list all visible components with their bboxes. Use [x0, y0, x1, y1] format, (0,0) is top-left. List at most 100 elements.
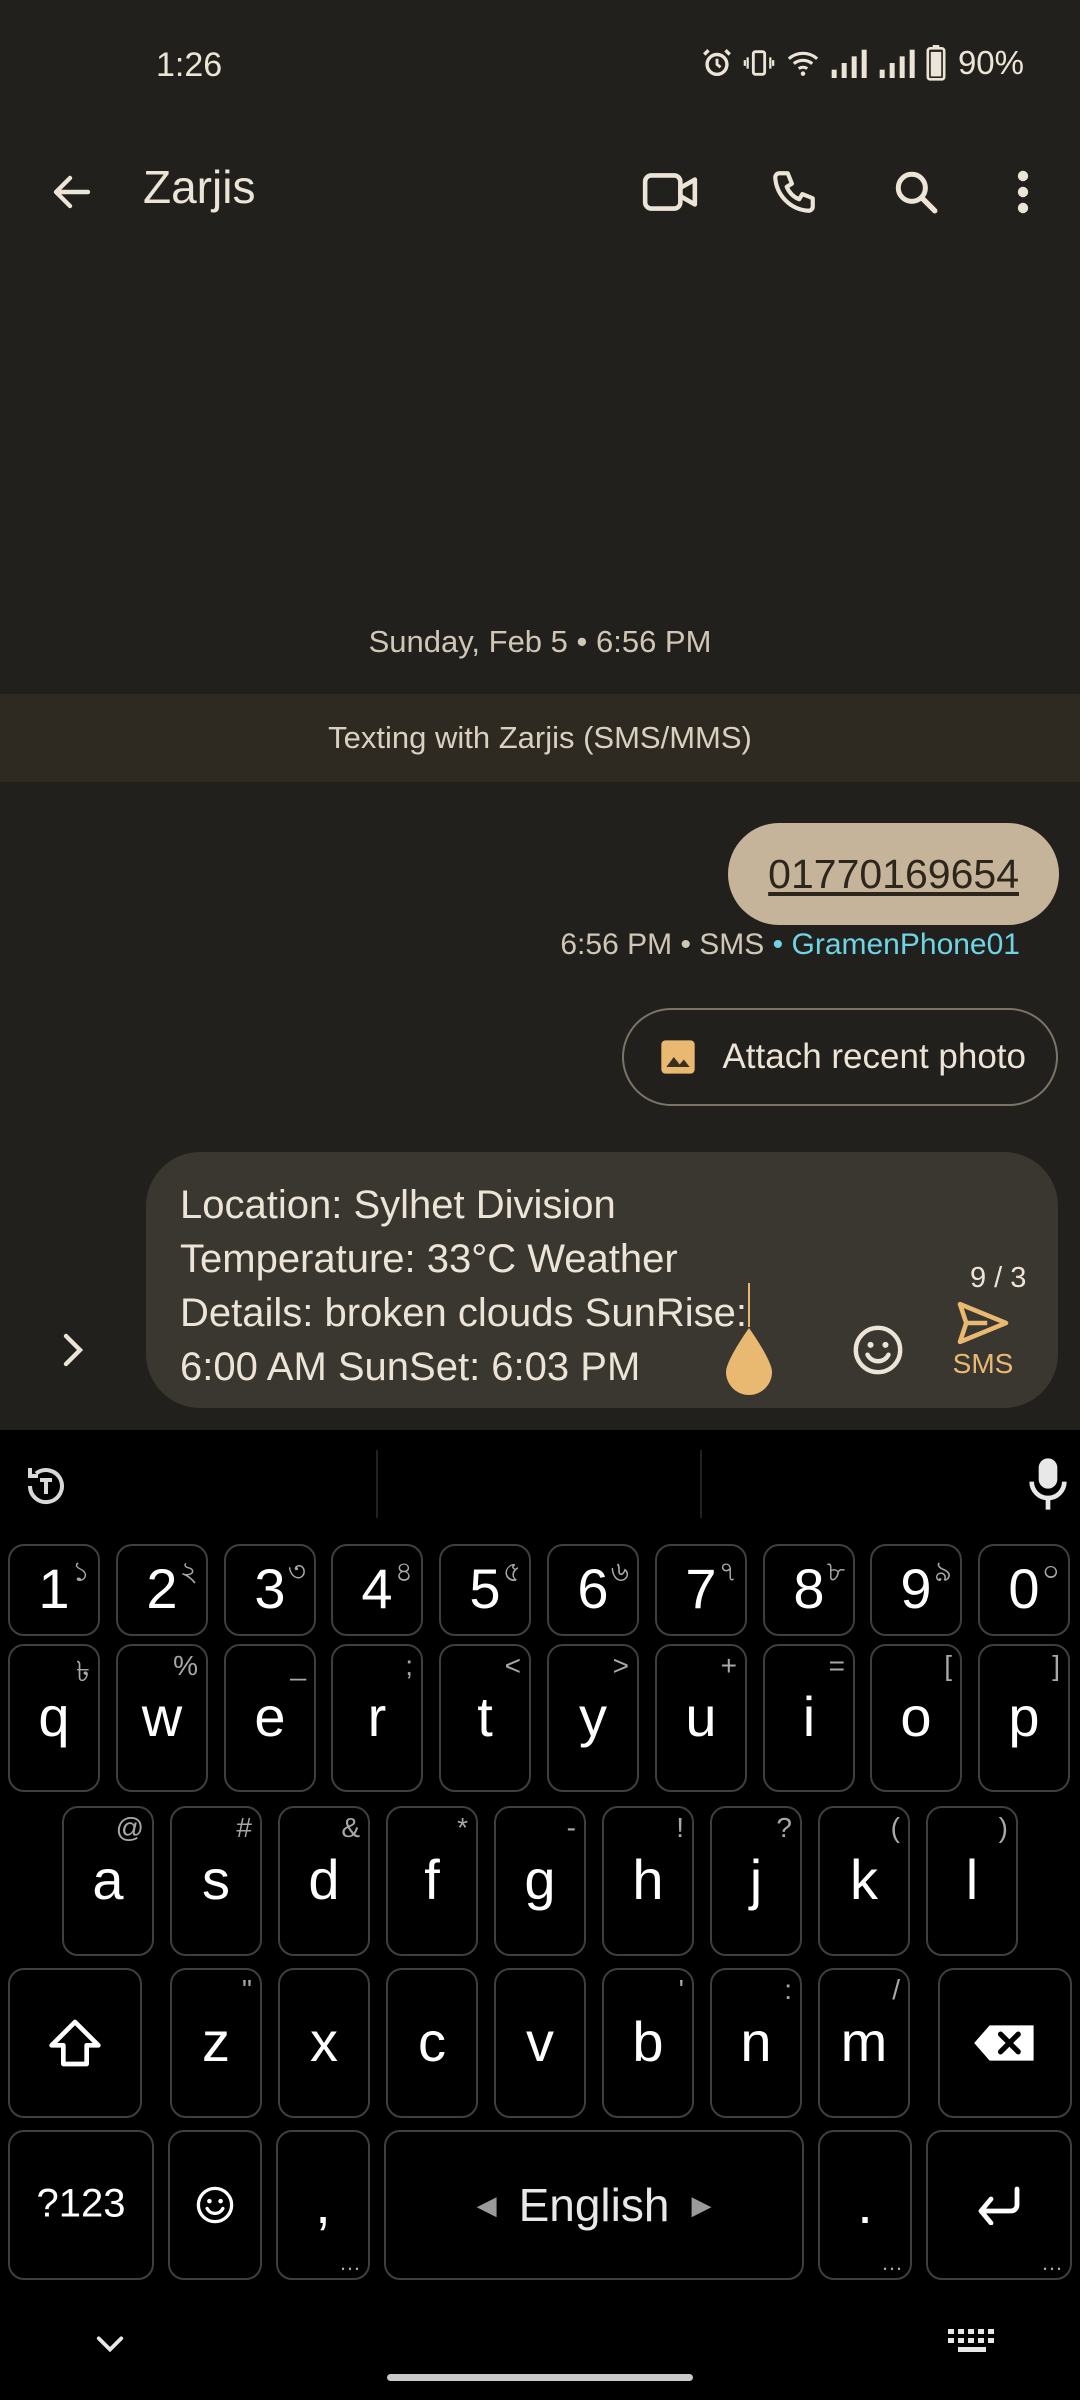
triangle-right-icon: ▶ [691, 2189, 712, 2220]
message-phone-link[interactable]: 01770169654 [768, 851, 1019, 898]
key-t[interactable]: t < [439, 1644, 531, 1792]
period-key[interactable]: . … [818, 2130, 912, 2280]
compose-text[interactable]: Location: Sylhet Division Temperature: 3… [180, 1178, 760, 1394]
key-y[interactable]: y > [547, 1644, 639, 1792]
keyboard-switch-button[interactable] [946, 2326, 998, 2366]
key-p[interactable]: p] [978, 1644, 1070, 1792]
key-l[interactable]: l) [926, 1806, 1018, 1956]
message-sim: GramenPhone01 [791, 928, 1021, 961]
key-hint: ' [678, 1974, 684, 2005]
key-r[interactable]: r; [331, 1644, 423, 1792]
key-hint: ৯ [933, 1556, 952, 1587]
key-w[interactable]: w% [116, 1644, 208, 1792]
key-x[interactable]: x [278, 1968, 370, 2118]
key-hint: ৩ [287, 1556, 306, 1587]
message-bubble[interactable]: 01770169654 [728, 823, 1059, 925]
key-hint: @ [115, 1812, 144, 1843]
text-edit-tool-button[interactable] [18, 1458, 74, 1514]
key-hint: = [828, 1650, 845, 1681]
key-h[interactable]: h! [602, 1806, 694, 1956]
key-k[interactable]: k( [818, 1806, 910, 1956]
key-label: b [632, 2010, 664, 2074]
key-5[interactable]: 5৫ [439, 1544, 531, 1636]
emoji-button[interactable] [846, 1318, 910, 1382]
image-icon [661, 1040, 696, 1074]
key-8[interactable]: 8৮ [763, 1544, 855, 1636]
emoji-key[interactable] [168, 2130, 262, 2280]
comma-key[interactable]: , … [276, 2130, 370, 2280]
key-hint: > [612, 1650, 629, 1681]
back-button[interactable] [30, 150, 114, 234]
key-u[interactable]: u + [655, 1644, 747, 1792]
comma-key-label: , [315, 2172, 331, 2236]
key-o[interactable]: o[ [870, 1644, 962, 1792]
key-hint: : [784, 1974, 792, 2005]
key-a[interactable]: a @ [62, 1806, 154, 1956]
chevron-right-icon [63, 1333, 84, 1367]
key-i[interactable]: i = [763, 1644, 855, 1792]
conversation-date: Sunday, Feb 5 • 6:56 PM [368, 624, 712, 659]
key-c[interactable]: c [386, 1968, 478, 2118]
texting-banner: Texting with Zarjis (SMS/MMS) [0, 694, 1080, 782]
key-label: s [202, 1848, 230, 1912]
key-4[interactable]: 4৪ [331, 1544, 423, 1636]
key-hint: ) [998, 1812, 1008, 1843]
more-options-button[interactable] [975, 144, 1071, 240]
key-hint: ৪ [394, 1556, 413, 1587]
key-g[interactable]: g- [494, 1806, 586, 1956]
key-hint: ! [676, 1812, 684, 1843]
keyboard-icon [948, 2329, 994, 2352]
key-1[interactable]: 1১ [8, 1544, 100, 1636]
backspace-key[interactable] [938, 1968, 1072, 2118]
battery-percent: 90% [957, 44, 1024, 81]
text-tools-icon [27, 1468, 64, 1505]
message-type: SMS [699, 928, 765, 961]
key-label: w [141, 1685, 183, 1749]
key-0[interactable]: 0০ [978, 1544, 1070, 1636]
key-hint: ৬ [610, 1556, 629, 1587]
shift-key[interactable] [8, 1968, 142, 2118]
key-hint: ৮ [826, 1556, 845, 1587]
attach-recent-photo-chip[interactable]: Attach recent photo [622, 1008, 1058, 1106]
key-m[interactable]: m / [818, 1968, 910, 2118]
key-label: k [850, 1848, 878, 1912]
phone-icon [773, 171, 815, 213]
key-n[interactable]: n: [710, 1968, 802, 2118]
key-label: u [685, 1685, 717, 1749]
signal-icon [830, 46, 870, 80]
triangle-left-icon: ◀ [476, 2189, 497, 2220]
cursor-handle[interactable] [722, 1326, 776, 1398]
key-9[interactable]: 9৯ [870, 1544, 962, 1636]
vibrate-icon [742, 46, 776, 80]
key-7[interactable]: 7৭ [655, 1544, 747, 1636]
key-hint: / [892, 1974, 900, 2005]
attach-chip-label: Attach recent photo [722, 1037, 1026, 1076]
key-f[interactable]: f * [386, 1806, 478, 1956]
phone-call-button[interactable] [746, 144, 842, 240]
key-b[interactable]: b ' [602, 1968, 694, 2118]
key-2[interactable]: 2২ [116, 1544, 208, 1636]
send-sms-button[interactable]: SMS [940, 1300, 1026, 1396]
hide-keyboard-button[interactable] [86, 2320, 134, 2368]
more-symbols-dots: … [339, 2250, 361, 2275]
home-gesture-bar[interactable] [387, 2374, 693, 2381]
key-e[interactable]: e _ [224, 1644, 316, 1792]
key-6[interactable]: 6৬ [547, 1544, 639, 1636]
key-j[interactable]: j? [710, 1806, 802, 1956]
key-s[interactable]: s # [170, 1806, 262, 1956]
period-key-label: . [857, 2172, 873, 2236]
space-key[interactable]: ◀ English ▶ [384, 2130, 804, 2280]
voice-input-button[interactable] [1020, 1452, 1076, 1516]
key-d[interactable]: d & [278, 1806, 370, 1956]
key-3[interactable]: 3৩ [224, 1544, 316, 1636]
key-v[interactable]: v [494, 1968, 586, 2118]
expand-attachments-button[interactable] [40, 1318, 104, 1382]
symbols-key[interactable]: ?123 [8, 2130, 154, 2280]
send-icon [957, 1301, 1009, 1345]
search-button[interactable] [868, 144, 964, 240]
video-call-button[interactable] [622, 144, 718, 240]
key-z[interactable]: z " [170, 1968, 262, 2118]
enter-key[interactable]: … [926, 2130, 1072, 2280]
key-q[interactable]: q ৳ [8, 1644, 100, 1792]
backspace-icon [974, 2025, 1034, 2061]
